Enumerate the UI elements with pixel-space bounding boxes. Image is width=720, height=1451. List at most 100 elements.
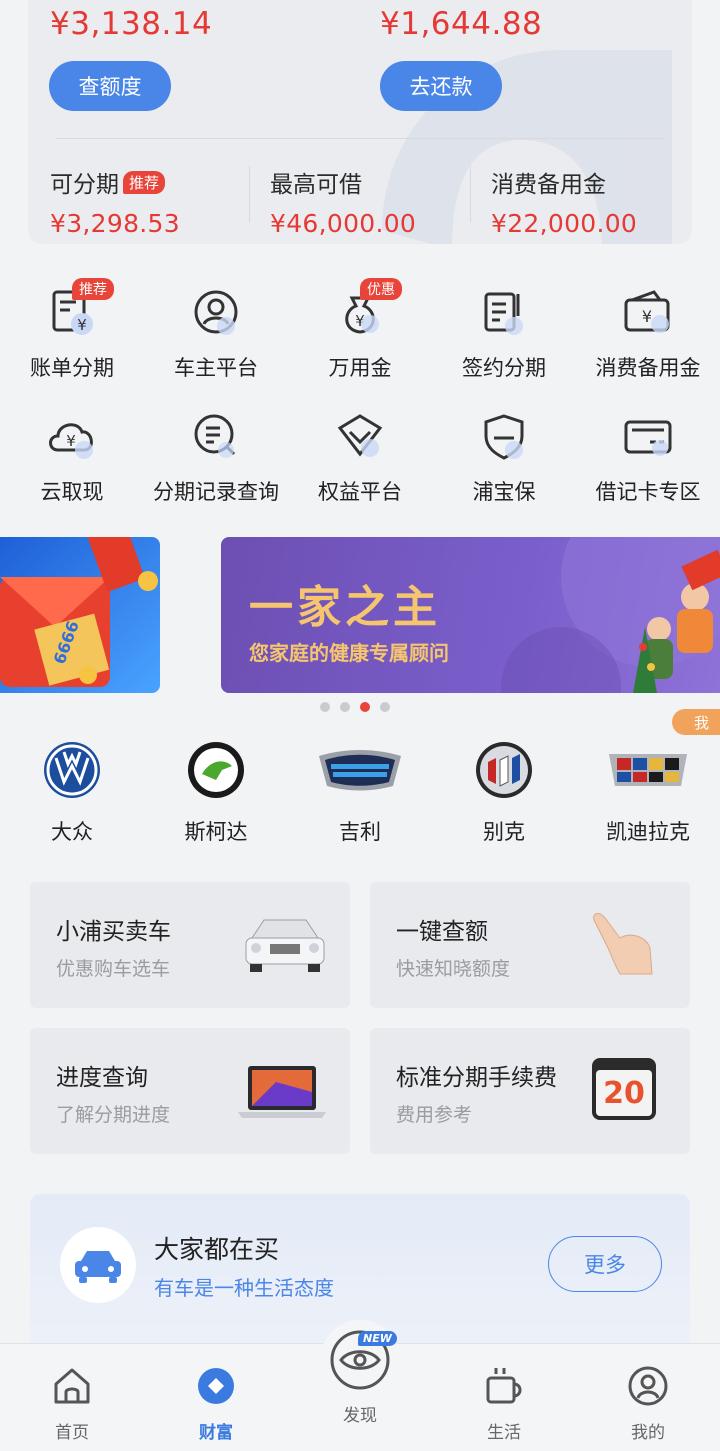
- money-bag-icon: ¥ 优惠: [332, 278, 402, 342]
- grid-item-label: 云取现: [40, 480, 104, 504]
- stat-label: 最高可借: [270, 172, 362, 198]
- grid-item-debit-card[interactable]: 借记卡专区: [576, 410, 720, 506]
- calendar-icon: 20: [592, 1058, 656, 1120]
- car-icon: [60, 1227, 136, 1303]
- calendar-number: 20: [596, 1070, 652, 1116]
- banner-slide-main[interactable]: 一家之主 您家庭的健康专属顾问: [221, 537, 720, 693]
- tab-wealth[interactable]: 财富: [144, 1344, 288, 1443]
- grid-item-label: 账单分期: [30, 356, 114, 380]
- divider: [56, 138, 664, 139]
- amount-left: ¥3,138.14: [50, 6, 213, 42]
- stat-value: ¥3,298.53: [50, 209, 180, 238]
- brand-geely[interactable]: 吉利: [288, 740, 432, 846]
- stat-label: 可分期: [50, 172, 119, 198]
- brand-label: 斯柯达: [184, 820, 248, 844]
- service-subtitle: 费用参考: [396, 1104, 473, 1126]
- carousel-dot-active[interactable]: [360, 702, 370, 712]
- banner-slide-prev[interactable]: 6666: [0, 537, 160, 693]
- stat-label: 消费备用金: [491, 172, 606, 198]
- brand-buick[interactable]: 别克: [432, 740, 576, 846]
- service-title: 进度查询: [56, 1065, 148, 1091]
- grid-item-cloud-cash[interactable]: ¥ 云取现: [0, 410, 144, 506]
- tab-home[interactable]: 首页: [0, 1344, 144, 1443]
- grid-item-label: 分期记录查询: [153, 480, 279, 504]
- home-icon: [54, 1368, 90, 1404]
- brand-label: 吉利: [339, 820, 381, 844]
- service-title: 一键查额: [396, 919, 488, 945]
- card-icon: [620, 410, 676, 466]
- grid-item-reserve-fund[interactable]: ¥ 消费备用金: [576, 286, 720, 382]
- tab-life[interactable]: 生活: [432, 1344, 576, 1443]
- grid-item-installment-records[interactable]: 分期记录查询: [144, 410, 288, 506]
- promo-subtitle: 有车是一种生活态度: [154, 1276, 334, 1300]
- check-limit-button[interactable]: 查额度: [49, 61, 171, 111]
- service-quick-limit[interactable]: 一键查额 快速知晓额度: [370, 882, 690, 1008]
- divider: [470, 166, 471, 222]
- banner-subtitle: 您家庭的健康专属顾问: [249, 641, 449, 665]
- profile-icon: [628, 1366, 668, 1406]
- grid-item-label: 消费备用金: [595, 356, 701, 380]
- service-title: 小浦买卖车: [56, 919, 171, 945]
- grid-item-contract-installment[interactable]: 签约分期: [432, 286, 576, 382]
- car-image-icon: [245, 919, 325, 972]
- brand-volkswagen[interactable]: 大众: [0, 740, 144, 846]
- volkswagen-logo-icon: [44, 742, 100, 798]
- geely-logo-icon: [319, 750, 401, 791]
- grid-item-pubaobao[interactable]: 浦宝保: [432, 410, 576, 506]
- cloud-yen-icon: ¥: [44, 410, 100, 466]
- wealth-icon: [198, 1368, 234, 1404]
- stat-value: ¥46,000.00: [270, 209, 417, 238]
- grid-item-label: 浦宝保: [472, 480, 536, 504]
- brand-skoda[interactable]: 斯柯达: [144, 740, 288, 846]
- grid-item-benefits[interactable]: 权益平台: [288, 410, 432, 506]
- account-card: ¥3,138.14 ¥1,644.88 查额度 去还款 可分期 推荐 ¥3,298…: [28, 0, 692, 244]
- recommend-badge: 推荐: [123, 170, 166, 194]
- carousel-indicator: [320, 702, 390, 712]
- tab-label: 财富: [199, 1423, 233, 1443]
- shield-icon: [476, 410, 532, 466]
- tab-label: 发现: [343, 1406, 377, 1426]
- stat-reserve-fund[interactable]: 消费备用金 ¥22,000.00: [491, 165, 637, 238]
- tab-label: 首页: [55, 1423, 89, 1443]
- grid-item-owner-platform[interactable]: 车主平台: [144, 286, 288, 382]
- user-circle-icon: [188, 286, 244, 342]
- brand-cadillac[interactable]: 凯迪拉克: [576, 740, 720, 846]
- promo-title: 大家都在买: [154, 1235, 280, 1264]
- banner-title: 一家之主: [249, 582, 441, 633]
- me-tag-label: 我: [694, 713, 710, 732]
- svg-text:¥: ¥: [77, 316, 87, 334]
- repay-button[interactable]: 去还款: [380, 61, 502, 111]
- service-subtitle: 了解分期进度: [56, 1104, 171, 1126]
- service-subtitle: 优惠购车选车: [56, 958, 171, 980]
- service-buy-sell-car[interactable]: 小浦买卖车 优惠购车选车: [30, 882, 350, 1008]
- carousel-dot[interactable]: [380, 702, 390, 712]
- tab-label: 生活: [487, 1423, 521, 1443]
- bill-yen-icon: ¥ 推荐: [44, 278, 114, 342]
- stat-installment[interactable]: 可分期 推荐 ¥3,298.53: [50, 165, 180, 238]
- buick-logo-icon: [476, 742, 532, 798]
- tab-label: 我的: [631, 1423, 665, 1443]
- grid-item-wanyongjin[interactable]: ¥ 优惠 万用金: [288, 278, 432, 382]
- divider: [249, 166, 250, 222]
- wallet-yen-icon: ¥: [620, 286, 676, 342]
- svg-text:¥: ¥: [642, 307, 652, 326]
- diamond-icon: [332, 410, 388, 466]
- search-record-icon: [188, 410, 244, 466]
- floating-me-tag[interactable]: 我: [672, 709, 720, 735]
- skoda-logo-icon: [188, 742, 244, 798]
- grid-item-bill-installment[interactable]: ¥ 推荐 账单分期: [0, 278, 144, 382]
- service-standard-fee[interactable]: 标准分期手续费 费用参考 20: [370, 1028, 690, 1154]
- brand-label: 凯迪拉克: [606, 820, 690, 844]
- service-title: 标准分期手续费: [396, 1065, 557, 1091]
- new-badge: NEW: [358, 1331, 397, 1346]
- service-progress-query[interactable]: 进度查询 了解分期进度: [30, 1028, 350, 1154]
- stat-max-borrow[interactable]: 最高可借 ¥46,000.00: [270, 165, 416, 238]
- carousel-dot[interactable]: [320, 702, 330, 712]
- carousel-dot[interactable]: [340, 702, 350, 712]
- grid-item-label: 车主平台: [174, 356, 258, 380]
- brand-label: 别克: [483, 820, 525, 844]
- recommend-badge: 推荐: [72, 278, 114, 300]
- tab-mine[interactable]: 我的: [576, 1344, 720, 1443]
- more-button[interactable]: 更多: [548, 1236, 662, 1292]
- hand-pointer-icon: [593, 913, 653, 975]
